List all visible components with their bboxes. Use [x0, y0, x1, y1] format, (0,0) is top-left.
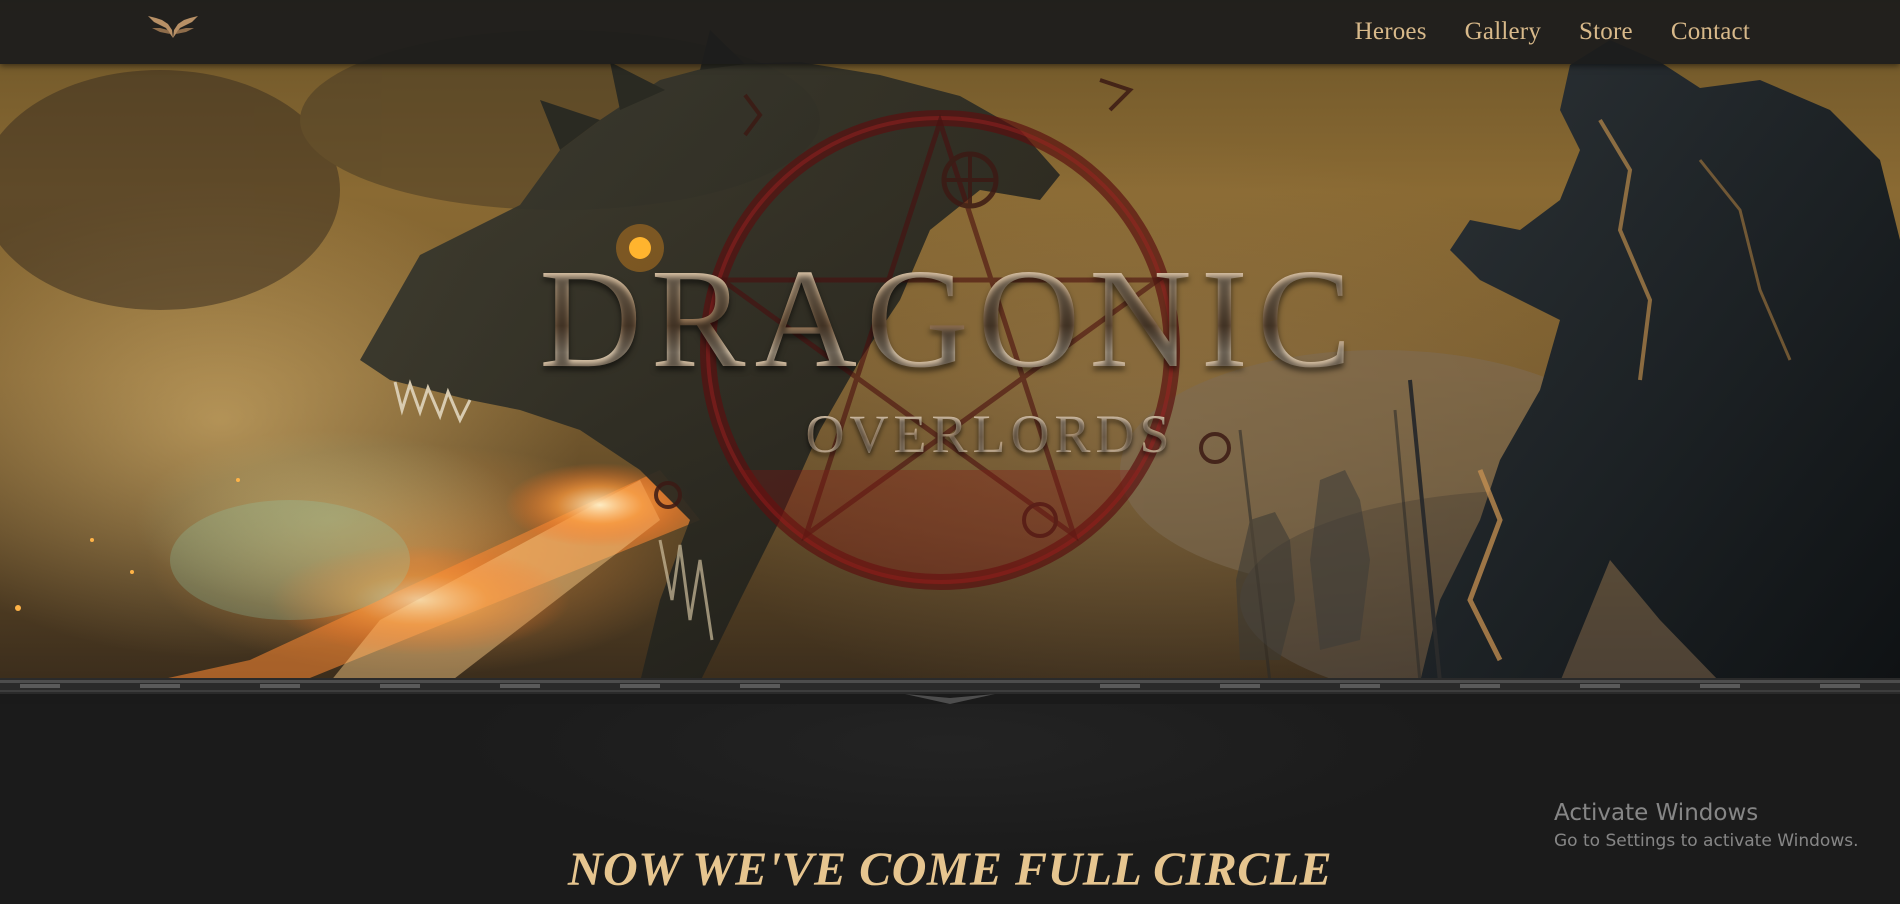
- ornamental-divider: [0, 678, 1900, 704]
- hero-banner: DRAGONIC OVERLORDS: [0, 0, 1900, 682]
- activate-windows-title: Activate Windows: [1554, 800, 1759, 826]
- nav-link-gallery[interactable]: Gallery: [1465, 18, 1541, 46]
- hero-subtitle: OVERLORDS: [0, 403, 1900, 465]
- page: DRAGONIC OVERLORDS Heroes Gallery Store …: [0, 0, 1900, 904]
- nav-link-contact[interactable]: Contact: [1671, 18, 1750, 46]
- hero-title-block: DRAGONIC OVERLORDS: [0, 240, 1900, 480]
- hero-title: DRAGONIC: [0, 240, 1900, 396]
- nav-link-heroes[interactable]: Heroes: [1355, 18, 1427, 46]
- navbar: Heroes Gallery Store Contact: [0, 0, 1900, 64]
- fire-breath: [150, 463, 700, 682]
- activate-windows-watermark: Activate Windows Go to Settings to activ…: [1554, 798, 1859, 854]
- nav-link-store[interactable]: Store: [1579, 18, 1633, 46]
- activate-windows-subtitle: Go to Settings to activate Windows.: [1554, 831, 1859, 851]
- winged-emblem-icon[interactable]: [146, 14, 200, 42]
- nav-links: Heroes Gallery Store Contact: [1355, 0, 1750, 64]
